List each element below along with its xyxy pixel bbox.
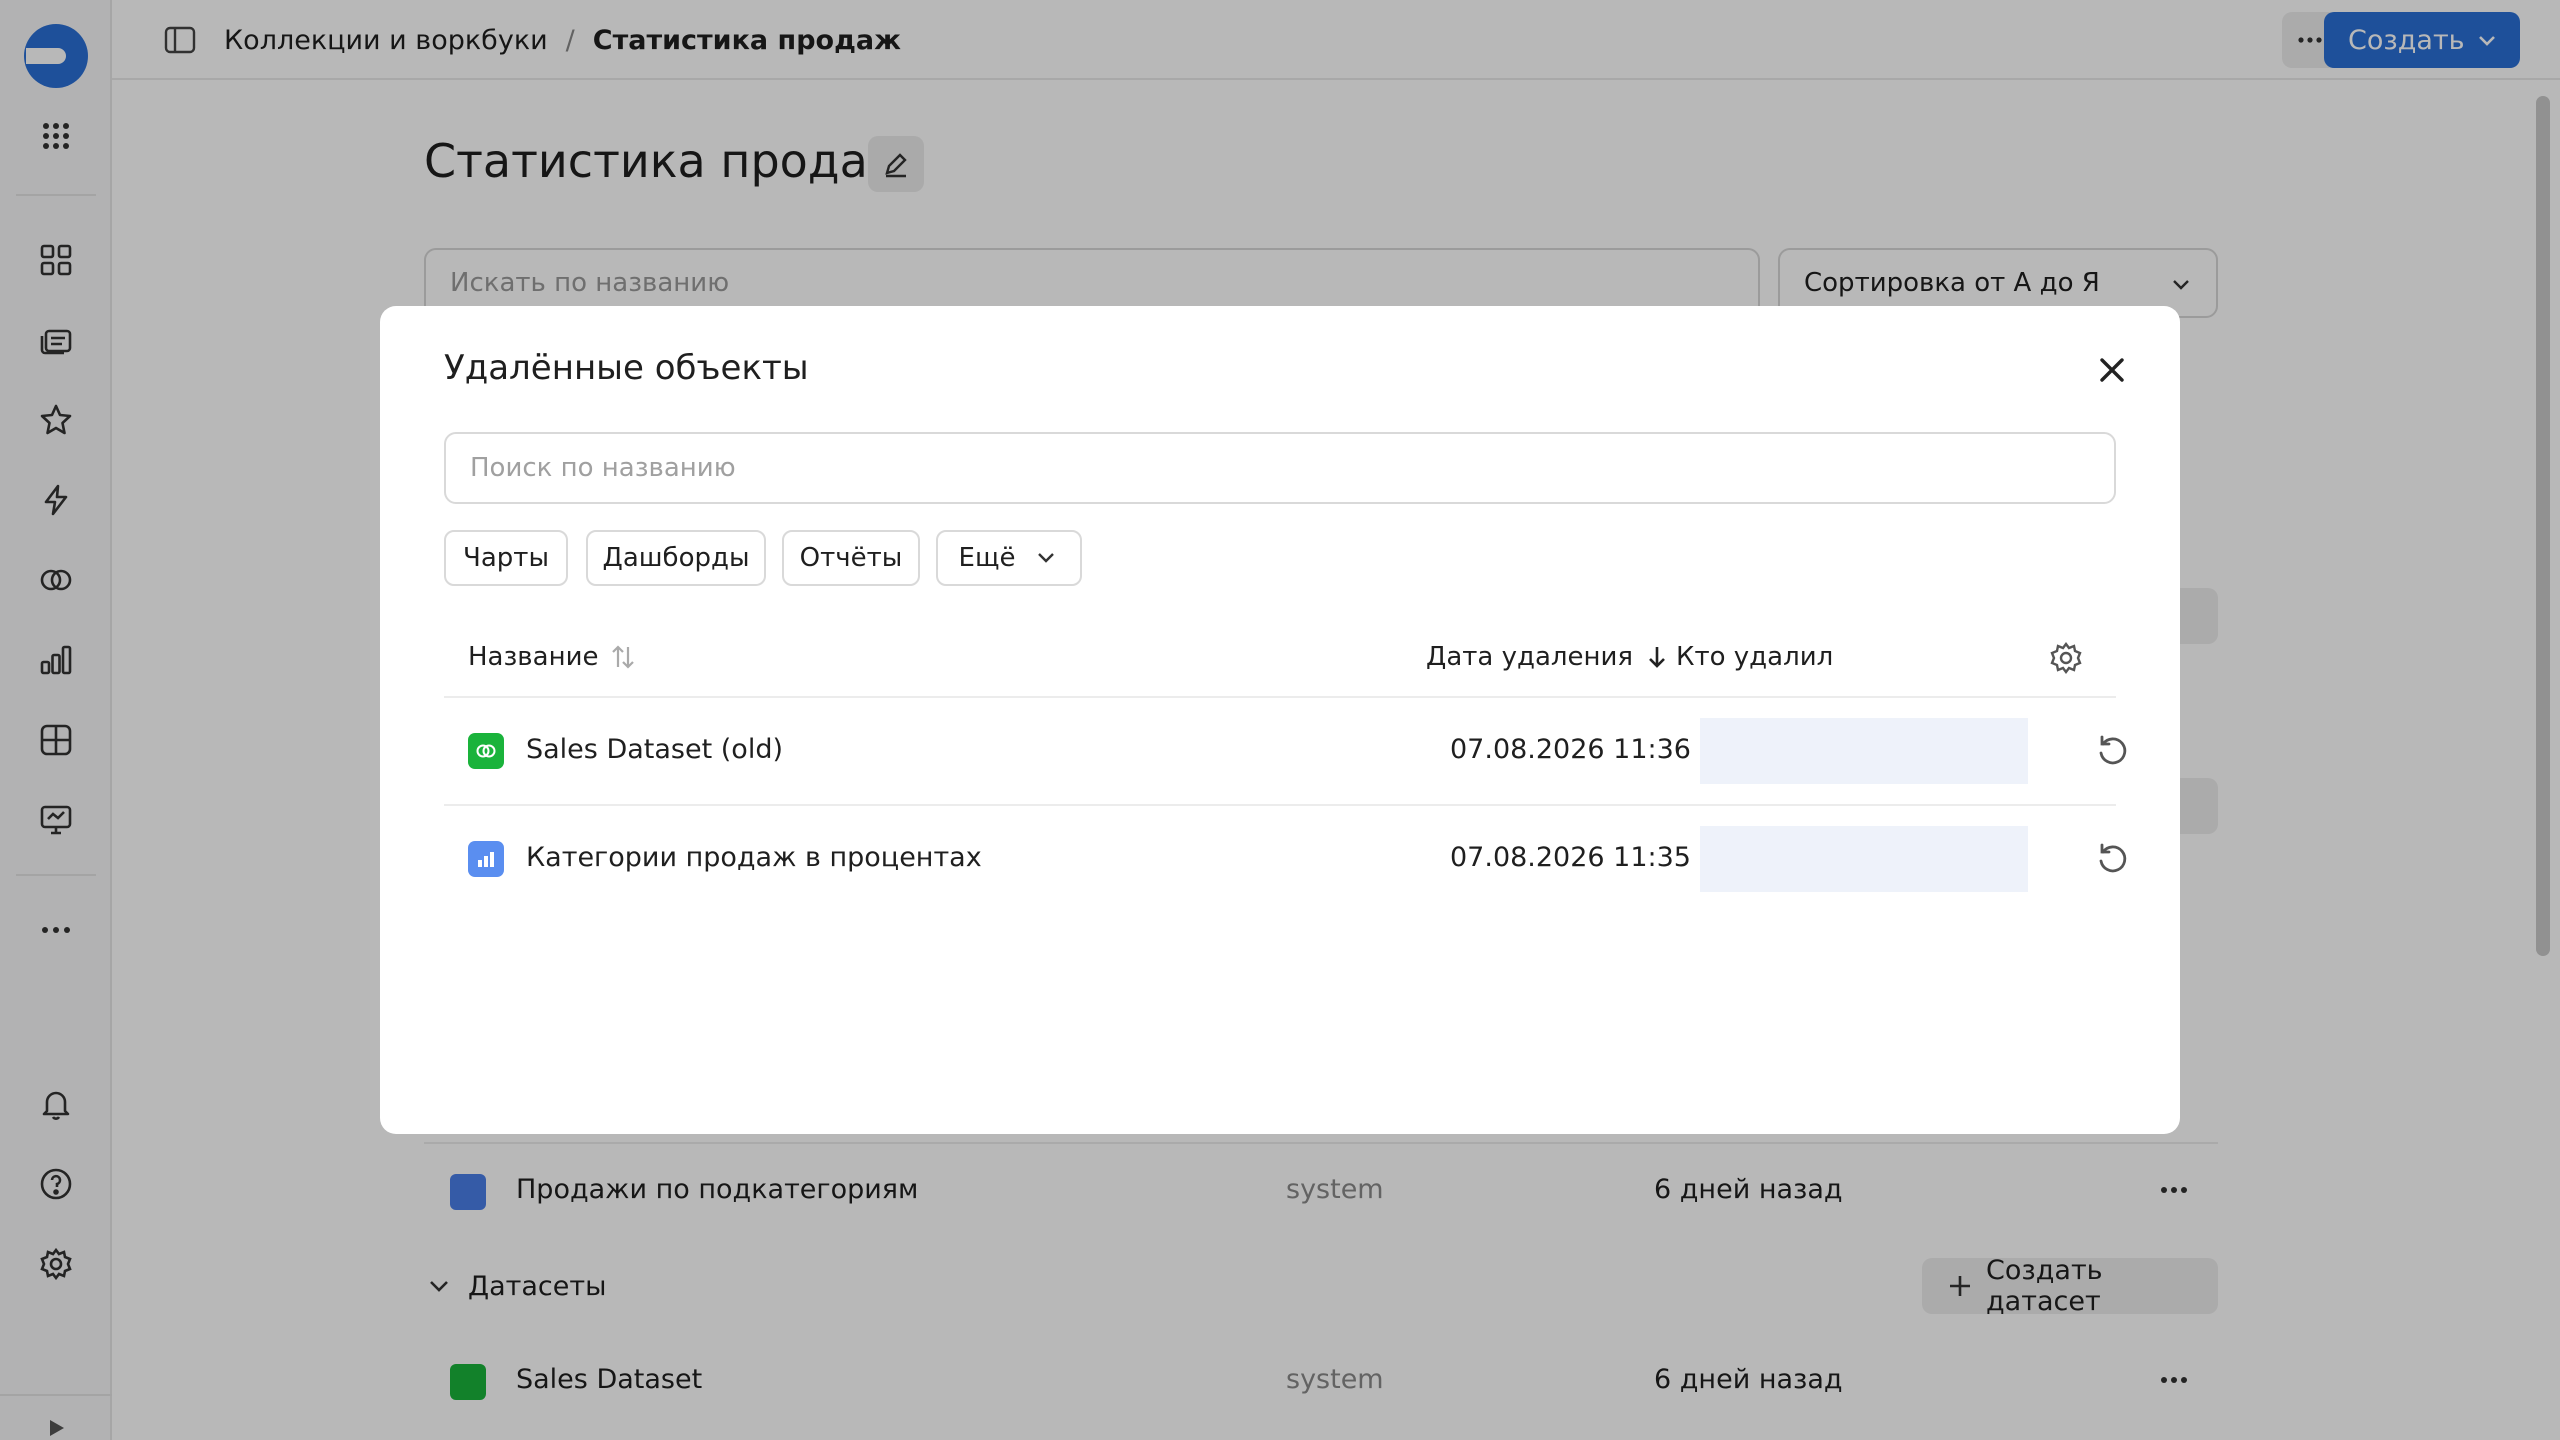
- table-row[interactable]: Sales Dataset (old) 07.08.2026 11:36: [444, 698, 2127, 804]
- filter-reports-chip[interactable]: Отчёты: [782, 530, 920, 586]
- column-name-header[interactable]: Название: [468, 642, 638, 672]
- dialog-search-input[interactable]: Поиск по названию: [444, 432, 2116, 504]
- dataset-icon: [468, 733, 504, 769]
- table-settings-gear-icon[interactable]: [2048, 640, 2084, 676]
- deleted-by-placeholder: [1700, 718, 2028, 784]
- sort-both-icon: [612, 645, 635, 669]
- deleted-item-date: 07.08.2026 11:36: [1450, 734, 1691, 765]
- column-deleted-by-label: Кто удалил: [1676, 642, 1834, 672]
- deleted-objects-dialog: Удалённые объекты Поиск по названию Чарт…: [380, 306, 2180, 1134]
- restore-icon[interactable]: [2094, 840, 2132, 878]
- deleted-by-placeholder: [1700, 826, 2028, 892]
- restore-icon[interactable]: [2094, 732, 2132, 770]
- arrow-down-icon: [1649, 647, 1665, 668]
- deleted-item-name: Категории продаж в процентах: [526, 842, 982, 873]
- column-name-label: Название: [468, 642, 599, 672]
- column-deleted-at-header[interactable]: Дата удаления: [1426, 642, 1671, 672]
- chart-icon: [468, 841, 504, 877]
- filter-charts-chip[interactable]: Чарты: [444, 530, 568, 586]
- column-deleted-by-header: Кто удалил: [1676, 642, 1833, 672]
- table-row[interactable]: Категории продаж в процентах 07.08.2026 …: [444, 806, 2127, 912]
- deleted-item-date: 07.08.2026 11:35: [1450, 842, 1691, 873]
- chevron-down-icon: [1038, 553, 1055, 563]
- filter-more-label: Ещё: [958, 543, 1016, 573]
- close-icon[interactable]: [2092, 350, 2132, 390]
- filter-more-dropdown[interactable]: Ещё: [936, 530, 1082, 586]
- filter-dashboards-chip[interactable]: Дашборды: [586, 530, 766, 586]
- deleted-item-name: Sales Dataset (old): [526, 734, 783, 765]
- column-deleted-at-label: Дата удаления: [1426, 642, 1634, 672]
- dialog-title: Удалённые объекты: [444, 348, 809, 388]
